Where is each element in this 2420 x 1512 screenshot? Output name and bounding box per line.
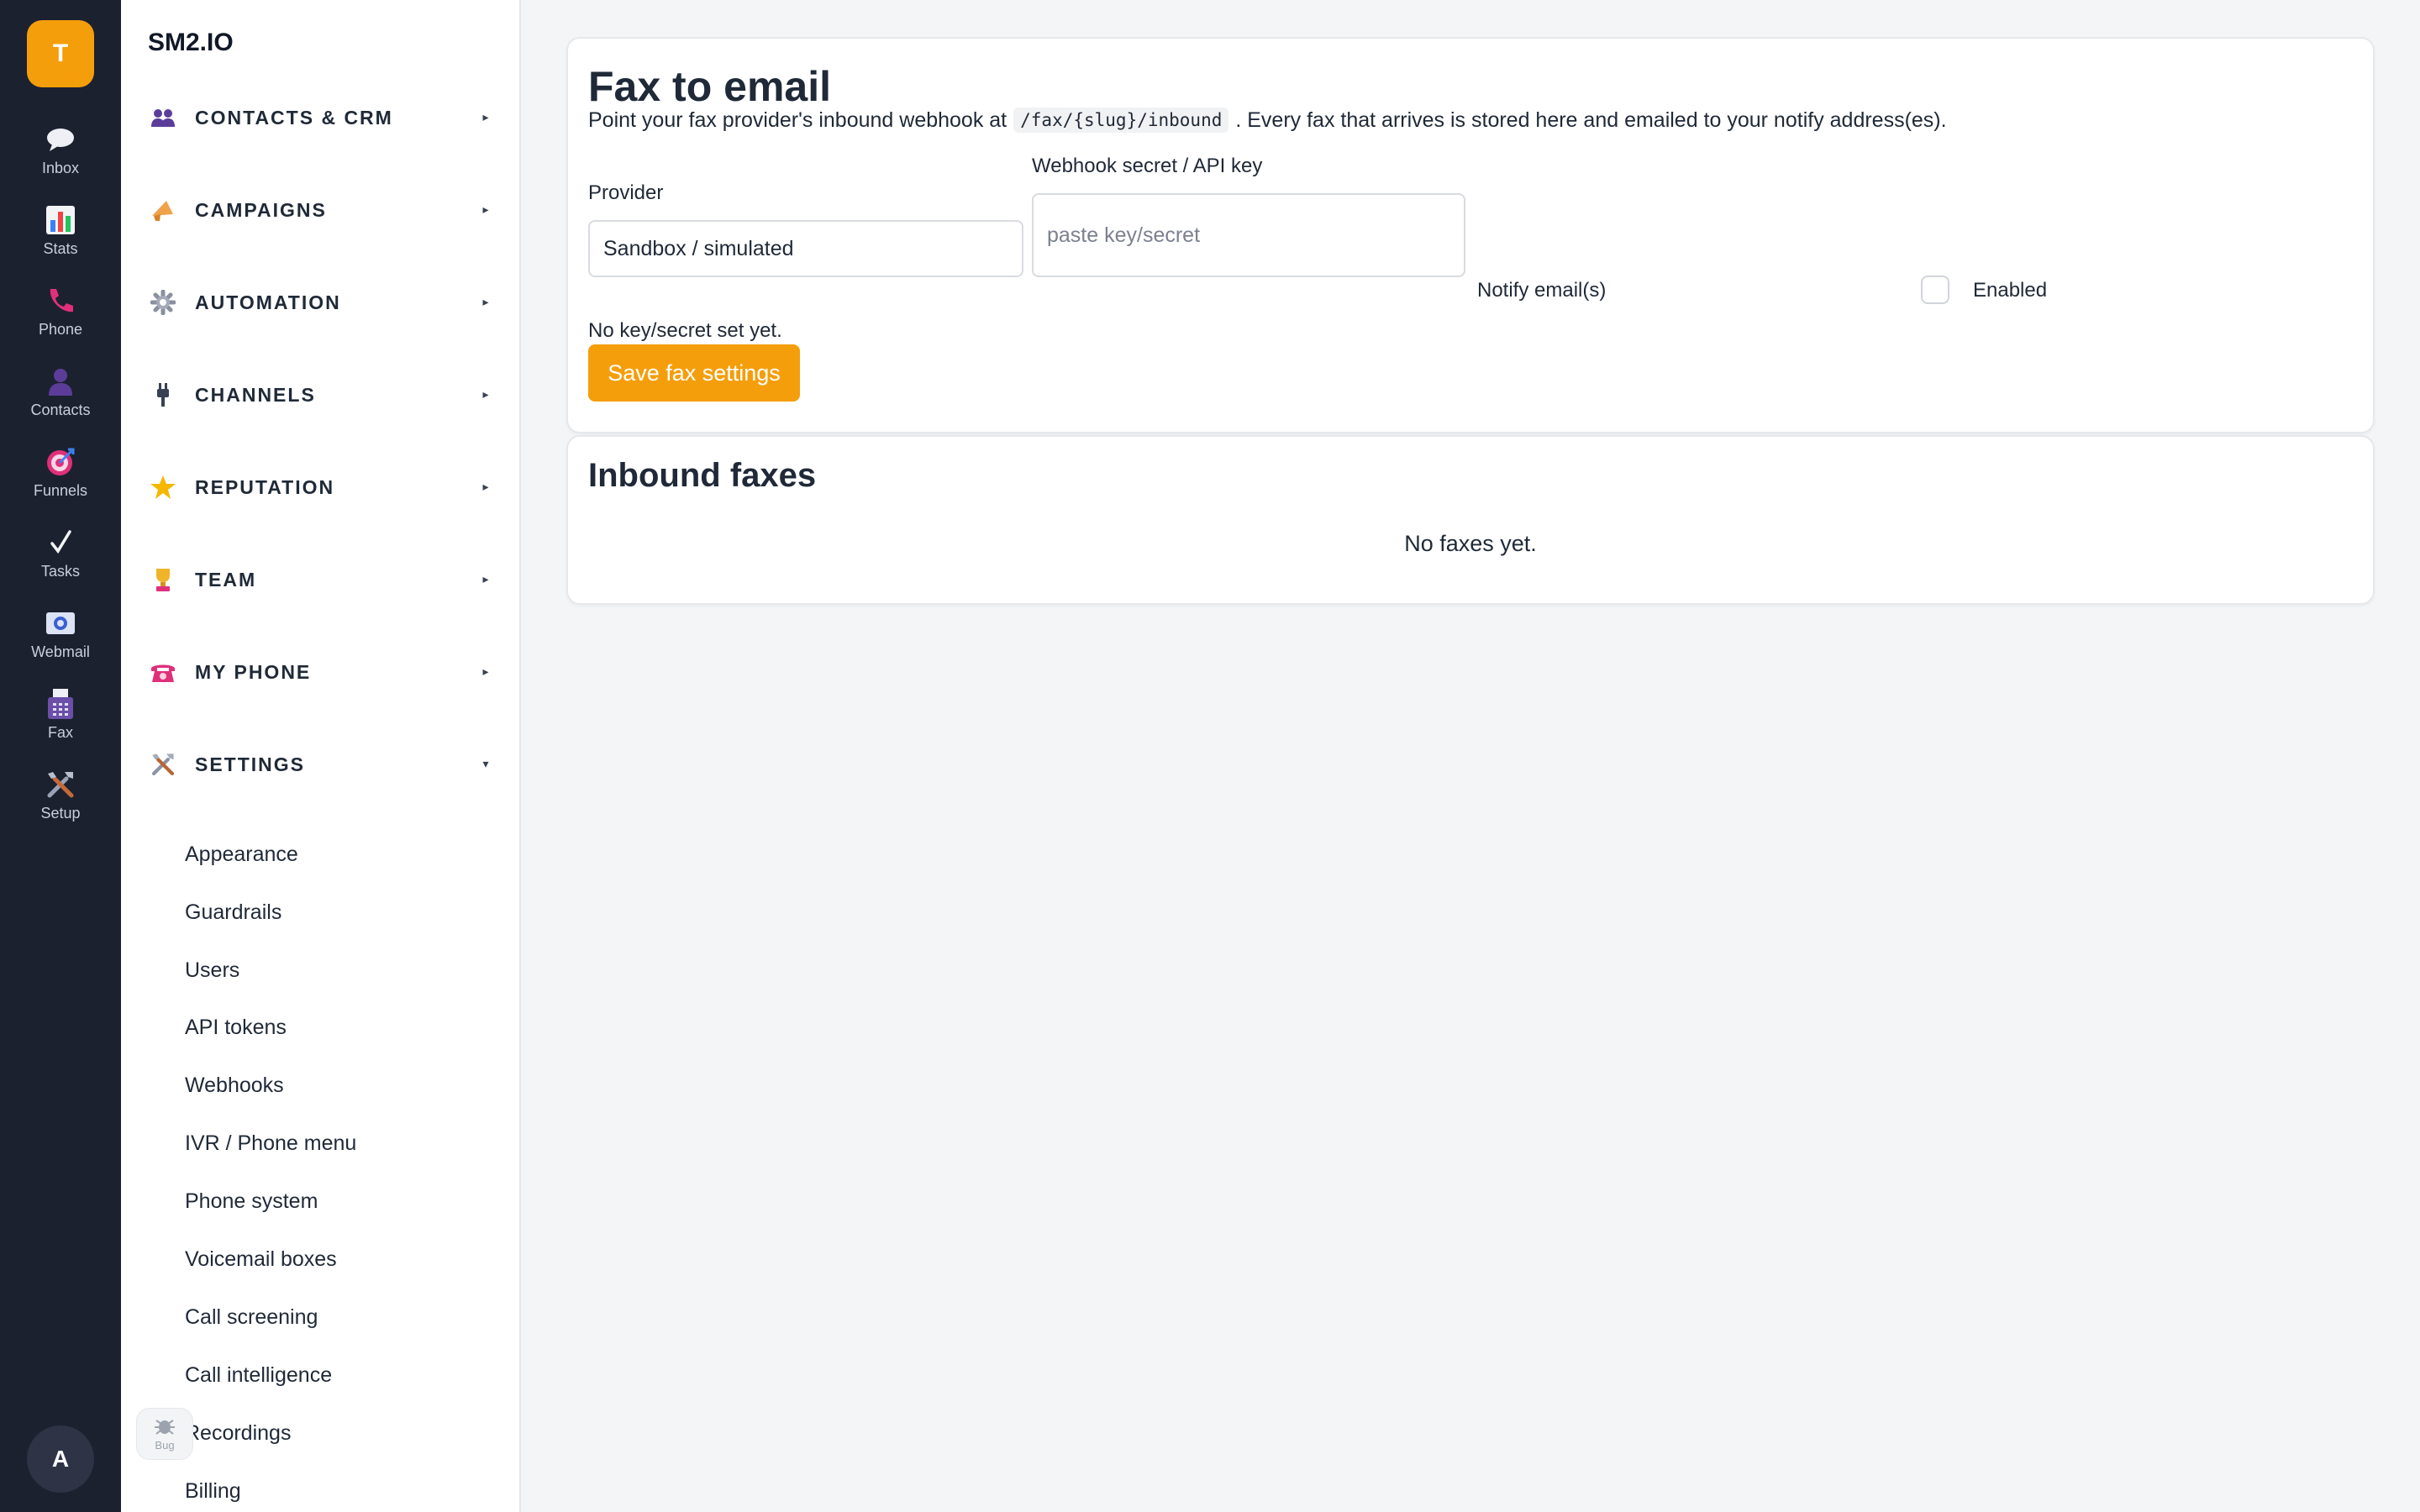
caret-right-icon: ▸ [482, 573, 489, 586]
desc-text: Point your fax provider's inbound webhoo… [588, 108, 1007, 132]
provider-value: Sandbox / simulated [603, 236, 794, 260]
settings-item-recordings[interactable]: Recordings [185, 1416, 291, 1450]
settings-item-users[interactable]: Users [185, 953, 239, 987]
settings-item-webhooks[interactable]: Webhooks [185, 1068, 284, 1102]
caret-right-icon: ▸ [482, 388, 489, 402]
nav-section-settings[interactable]: SETTINGS ▾ [148, 739, 494, 790]
nav-section-label: CAMPAIGNS [195, 198, 327, 221]
phone-icon [44, 284, 77, 318]
chat-bubble-icon [44, 123, 77, 156]
star-icon [148, 472, 178, 502]
rail-item-phone[interactable]: Phone [0, 284, 121, 358]
settings-item-voicemail-boxes[interactable]: Voicemail boxes [185, 1242, 337, 1276]
bug-report-button[interactable]: Bug [136, 1408, 193, 1460]
fax-description: Point your fax provider's inbound webhoo… [588, 108, 1947, 133]
people-icon [148, 102, 178, 133]
rail-label: Phone [38, 321, 83, 338]
bar-chart-icon [44, 203, 77, 237]
rail-item-funnels[interactable]: Funnels [0, 445, 121, 519]
nav-section-label: AUTOMATION [195, 291, 341, 313]
rail-item-inbox[interactable]: Inbox [0, 123, 121, 197]
provider-select[interactable]: Sandbox / simulated [588, 220, 1023, 277]
nav-section-my-phone[interactable]: MY PHONE ▸ [148, 647, 494, 697]
fax-icon [44, 687, 77, 721]
bug-label: Bug [155, 1438, 175, 1452]
nav-section-label: CONTACTS & CRM [195, 106, 393, 129]
nav-section-label: MY PHONE [195, 660, 312, 683]
caret-right-icon: ▸ [482, 111, 489, 124]
inbound-faxes-card: Inbound faxes No faxes yet. [566, 435, 2375, 605]
nav-section-campaigns[interactable]: CAMPAIGNS ▸ [148, 185, 494, 235]
rail-label: Inbox [41, 160, 80, 176]
nav-section-reputation[interactable]: REPUTATION ▸ [148, 462, 494, 512]
nav-section-label: SETTINGS [195, 753, 306, 775]
tools-icon [44, 768, 77, 801]
inbound-faxes-title: Inbound faxes [588, 457, 817, 494]
secret-placeholder: paste key/secret [1047, 223, 1201, 247]
caret-right-icon: ▸ [482, 296, 489, 309]
bug-icon [153, 1417, 176, 1439]
caret-right-icon: ▸ [482, 665, 489, 679]
person-icon [44, 365, 77, 398]
notify-email-label: Notify email(s) [1477, 279, 1607, 302]
caret-right-icon: ▸ [482, 480, 489, 494]
provider-label: Provider [588, 181, 664, 204]
brand-name[interactable]: SM2.IO [148, 29, 234, 57]
rail-label: Fax [47, 724, 73, 741]
key-status-text: No key/secret set yet. [588, 319, 782, 342]
fax-settings-card: Fax to email Point your fax provider's i… [566, 37, 2375, 433]
empty-state-text: No faxes yet. [1404, 531, 1537, 556]
rail-item-tasks[interactable]: Tasks [0, 526, 121, 600]
rail-label: Stats [43, 240, 78, 257]
telephone-icon [148, 657, 178, 687]
plug-icon [148, 380, 178, 410]
caret-down-icon: ▾ [482, 758, 489, 771]
settings-item-api-tokens[interactable]: API tokens [185, 1011, 287, 1044]
nav-section-automation[interactable]: AUTOMATION ▸ [148, 277, 494, 328]
settings-item-phone-system[interactable]: Phone system [185, 1184, 318, 1218]
enabled-label: Enabled [1973, 279, 2048, 302]
settings-item-call-intelligence[interactable]: Call intelligence [185, 1358, 332, 1392]
rail-item-setup[interactable]: Setup [0, 768, 121, 842]
settings-item-call-screening[interactable]: Call screening [185, 1300, 318, 1334]
rail-item-webmail[interactable]: Webmail [0, 606, 121, 680]
rail-label: Setup [40, 805, 81, 822]
nav-section-label: TEAM [195, 568, 257, 591]
secret-input[interactable]: paste key/secret [1032, 193, 1465, 277]
rail-label: Webmail [31, 643, 90, 660]
rail-item-stats[interactable]: Stats [0, 203, 121, 277]
icon-rail: T Inbox Stats Phone Contacts Funnels Tas… [0, 0, 121, 1512]
save-fax-settings-button[interactable]: Save fax settings [588, 344, 800, 402]
settings-item-appearance[interactable]: Appearance [185, 837, 298, 871]
nav-section-team[interactable]: TEAM ▸ [148, 554, 494, 605]
user-avatar[interactable]: A [27, 1425, 94, 1493]
trophy-icon [148, 564, 178, 595]
settings-item-guardrails[interactable]: Guardrails [185, 895, 281, 929]
enabled-checkbox[interactable] [1921, 276, 1949, 304]
nav-section-channels[interactable]: CHANNELS ▸ [148, 370, 494, 420]
desc-text: . Every fax that arrives is stored here … [1235, 108, 1947, 132]
rail-label: Tasks [40, 563, 80, 580]
rail-item-fax[interactable]: Fax [0, 687, 121, 761]
webhook-path-code: /fax/{slug}/inbound [1013, 108, 1229, 133]
megaphone-icon [148, 195, 178, 225]
nav-section-label: REPUTATION [195, 475, 335, 498]
nav-section-label: CHANNELS [195, 383, 316, 406]
rail-item-contacts[interactable]: Contacts [0, 365, 121, 438]
target-icon [44, 445, 77, 479]
tools-icon [148, 749, 178, 780]
sidebar: SM2.IO CONTACTS & CRM ▸ CAMPAIGNS ▸ AUTO… [121, 0, 521, 1512]
gear-icon [148, 287, 178, 318]
mail-icon [44, 606, 77, 640]
page-title: Fax to email [588, 63, 831, 110]
nav-section-contacts-crm[interactable]: CONTACTS & CRM ▸ [148, 92, 494, 143]
settings-item-billing[interactable]: Billing [185, 1474, 241, 1508]
caret-right-icon: ▸ [482, 203, 489, 217]
workspace-badge[interactable]: T [27, 20, 94, 87]
checkmark-icon [44, 526, 77, 559]
settings-item-ivr-phone-menu[interactable]: IVR / Phone menu [185, 1126, 356, 1160]
rail-label: Contacts [30, 402, 91, 418]
rail-label: Funnels [33, 482, 88, 499]
secret-label: Webhook secret / API key [1032, 155, 1263, 177]
